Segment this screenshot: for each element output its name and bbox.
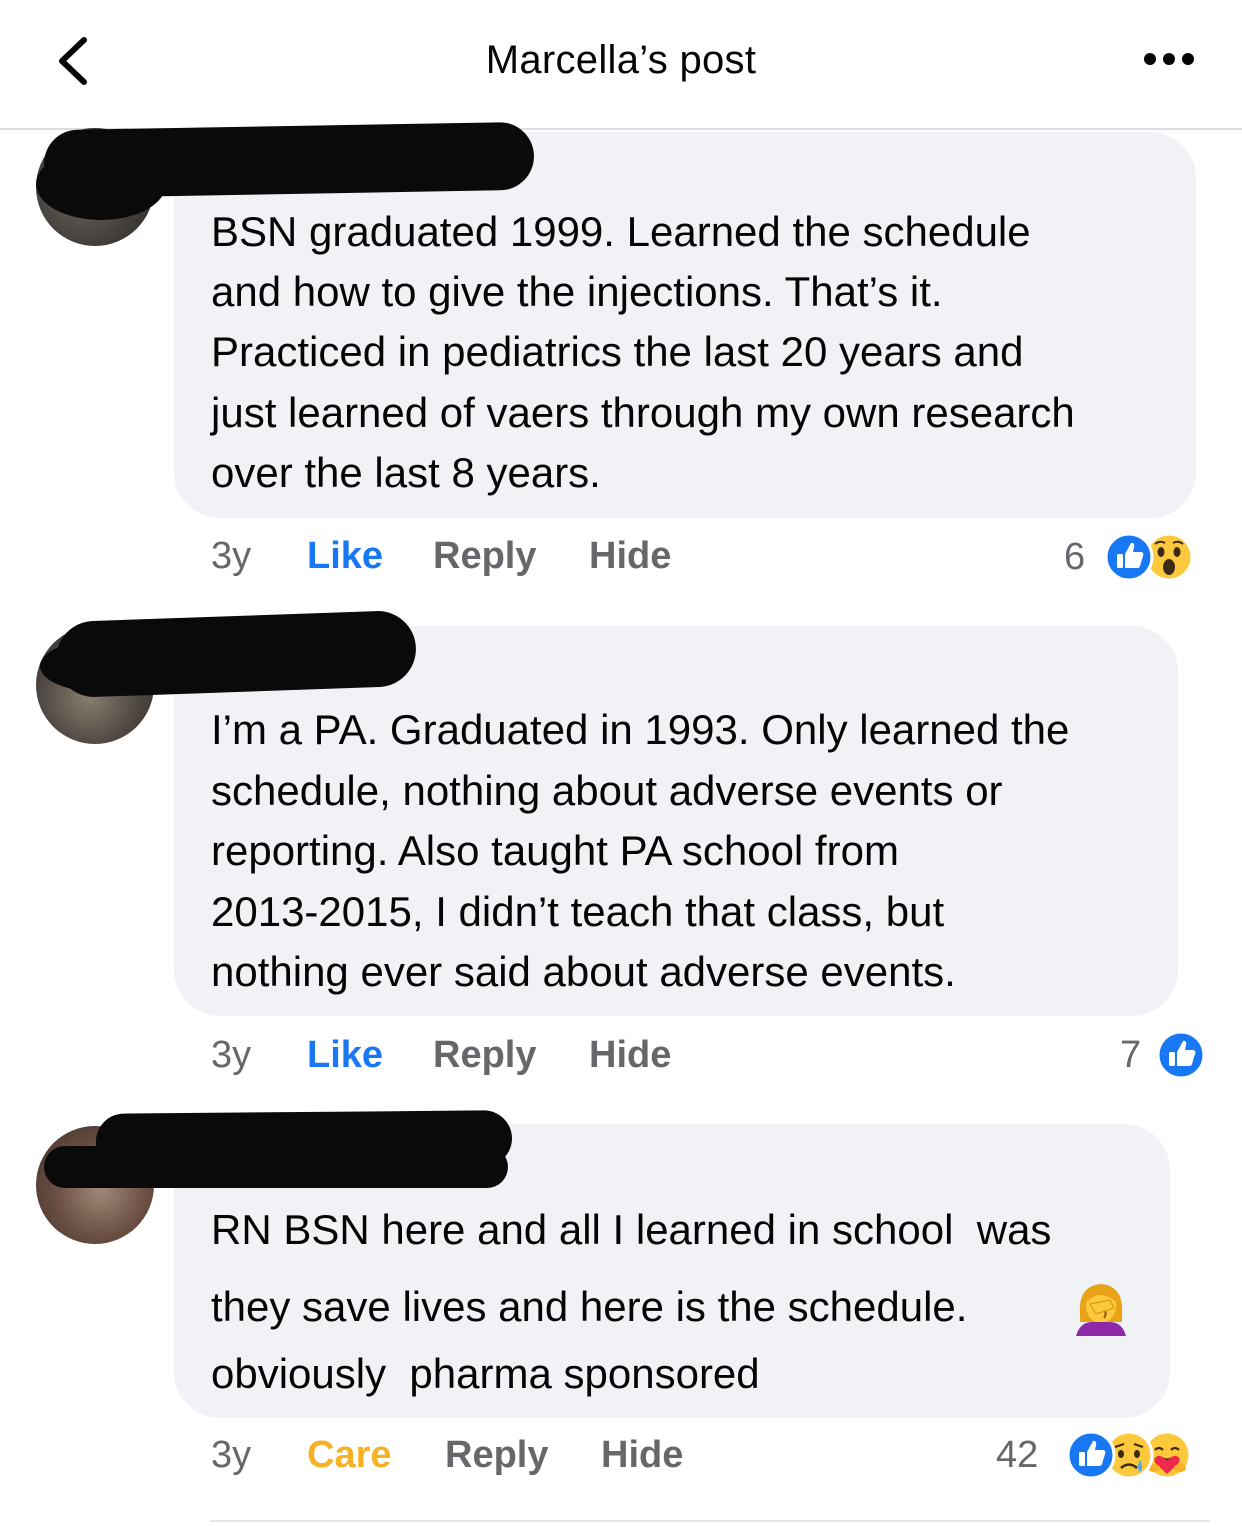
like-icon <box>1066 1430 1116 1480</box>
reply-button[interactable]: Reply <box>445 1434 548 1477</box>
like-button[interactable]: Like <box>307 1034 383 1077</box>
timestamp: 3y <box>211 535 252 577</box>
like-button[interactable]: Like <box>307 535 383 578</box>
hide-button[interactable]: Hide <box>589 535 671 578</box>
like-icon <box>1156 1030 1206 1080</box>
like-icon <box>1104 532 1154 582</box>
timestamp: 3y <box>211 1034 252 1076</box>
more-options-button[interactable] <box>1140 44 1200 74</box>
post-header: Marcella’s post <box>0 0 1242 130</box>
comment-text-line: RN BSN here and all I learned in school … <box>211 1206 1052 1253</box>
comment-text-line: BSN graduated 1999. Learned the schedule <box>211 208 1031 255</box>
comment-text-line: I’m a PA. Graduated in 1993. Only learne… <box>211 706 1070 753</box>
care-button[interactable]: Care <box>307 1434 392 1477</box>
reaction-count: 42 <box>996 1434 1039 1476</box>
page-title: Marcella’s post <box>485 38 757 82</box>
comment-text-line: just learned of vaers through my own res… <box>211 389 1075 436</box>
reaction-summary[interactable]: 6 <box>1026 532 1206 584</box>
redacted-name <box>44 1146 508 1188</box>
reaction-count: 6 <box>1064 536 1086 578</box>
reply-button[interactable]: Reply <box>433 1034 536 1077</box>
comment-text-line: 2013-2015, I didn’t teach that class, bu… <box>211 888 945 935</box>
hide-button[interactable]: Hide <box>601 1434 683 1477</box>
comment-text-line: obviously pharma sponsored <box>211 1350 760 1397</box>
woman-facepalming-icon <box>1076 1284 1126 1336</box>
hide-button[interactable]: Hide <box>589 1034 671 1077</box>
comment-text-line: schedule, nothing about adverse events o… <box>211 767 1003 814</box>
comment-text-line: nothing ever said about adverse events. <box>211 948 956 995</box>
redacted-name <box>36 148 166 220</box>
reaction-count: 7 <box>1120 1034 1142 1076</box>
reaction-summary[interactable]: 42 <box>996 1430 1206 1482</box>
comment-text-line: over the last 8 years. <box>211 449 601 496</box>
next-comment-divider <box>210 1520 1210 1526</box>
timestamp: 3y <box>211 1434 252 1476</box>
reply-button[interactable]: Reply <box>433 535 536 578</box>
comment-text-line: Practiced in pediatrics the last 20 year… <box>211 328 1024 375</box>
comment-text-line: and how to give the injections. That’s i… <box>211 268 943 315</box>
reaction-summary[interactable]: 7 <box>1106 1030 1206 1082</box>
comment-text-line: they save lives and here is the schedule… <box>211 1283 968 1330</box>
redacted-name <box>40 640 160 692</box>
more-horizontal-icon <box>1144 53 1194 65</box>
comment-text-line: reporting. Also taught PA school from <box>211 827 899 874</box>
